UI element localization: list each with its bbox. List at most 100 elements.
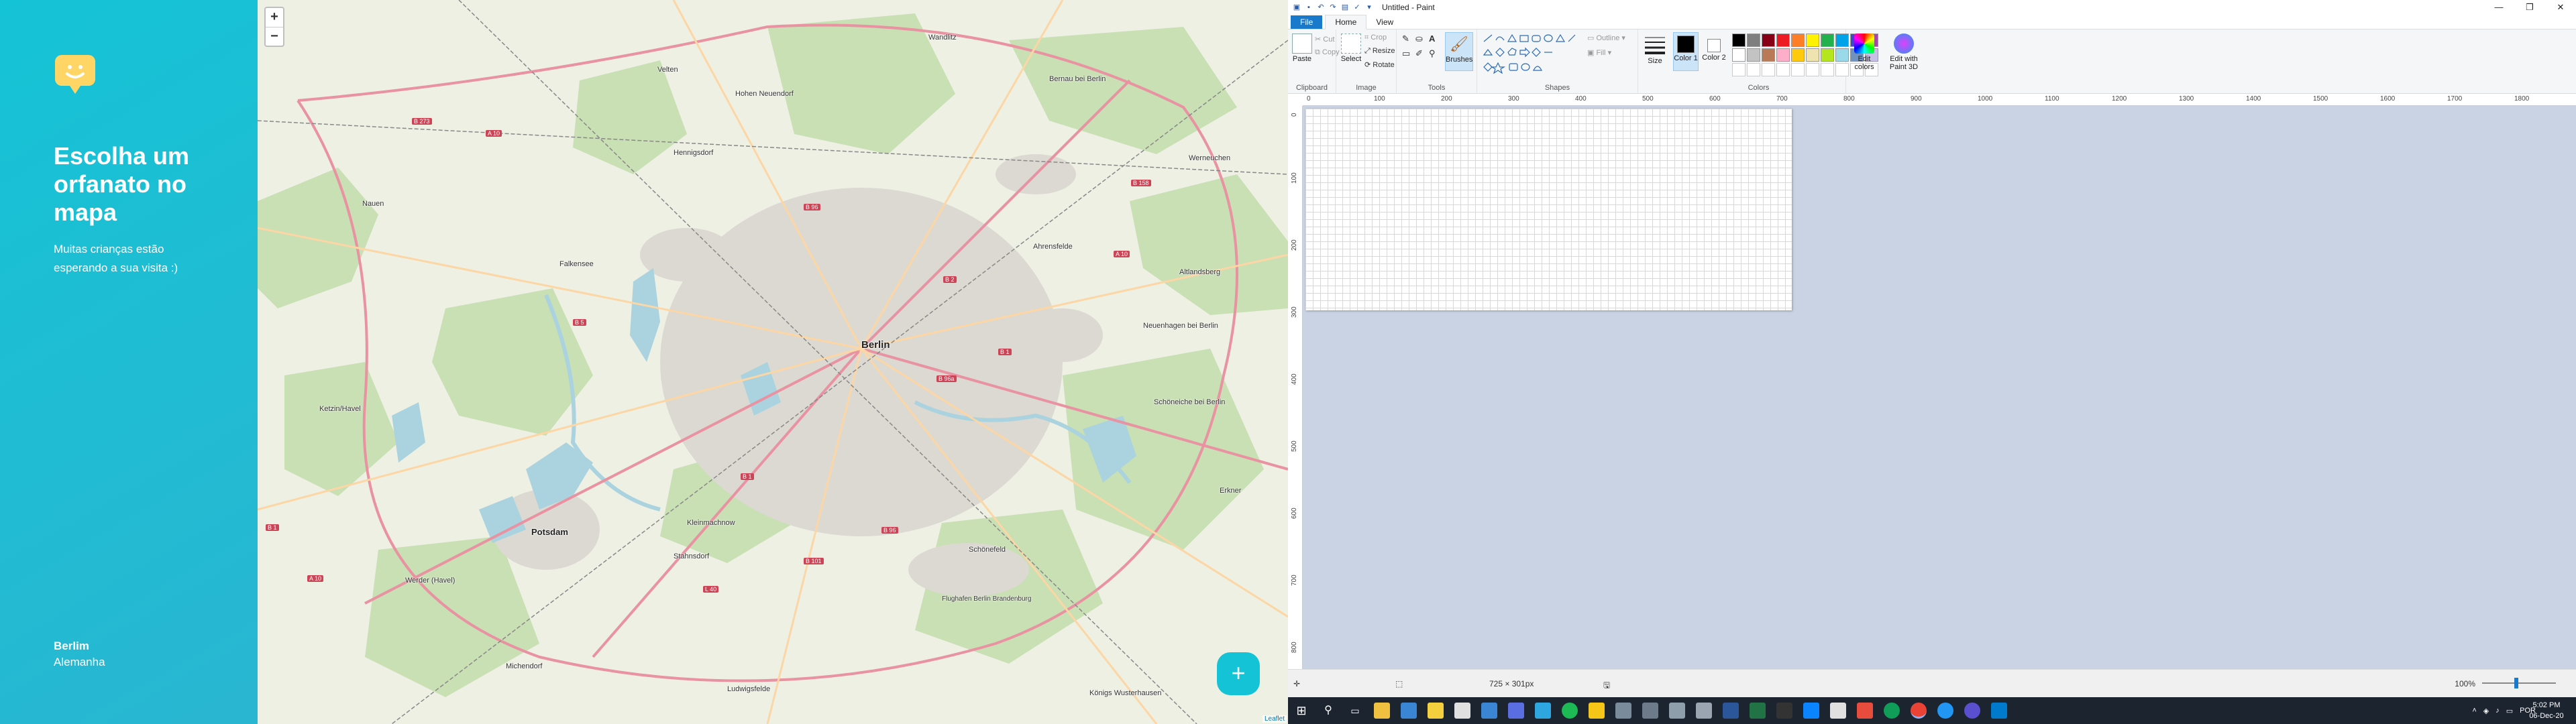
shapes-gallery[interactable]: [1483, 34, 1583, 74]
rotate-button[interactable]: ⟳ Rotate: [1364, 60, 1395, 69]
palette-swatch[interactable]: [1821, 48, 1834, 62]
start-windows-icon[interactable]: ⊞: [1293, 703, 1309, 719]
palette-swatch[interactable]: [1776, 34, 1790, 47]
palette-empty-swatch[interactable]: [1747, 63, 1760, 76]
tray-chevron-icon[interactable]: ˄: [2472, 707, 2476, 715]
zoom-slider-thumb[interactable]: [2514, 678, 2518, 688]
road-badge: L 40: [703, 586, 719, 593]
fill-button[interactable]: ▣ Fill ▾: [1587, 48, 1611, 57]
size-button[interactable]: Size: [1644, 34, 1666, 65]
palette-swatch[interactable]: [1835, 34, 1849, 47]
vscode-icon[interactable]: [1991, 703, 2007, 719]
lightbulb-icon[interactable]: [1589, 703, 1605, 719]
mail-icon[interactable]: [1481, 703, 1497, 719]
color1-button[interactable]: Color 1: [1673, 32, 1699, 71]
color2-button[interactable]: Color 2: [1701, 32, 1727, 62]
firefox-icon[interactable]: [1803, 703, 1819, 719]
cut-button[interactable]: ✂ Cut: [1315, 35, 1334, 44]
undo-icon[interactable]: ↶: [1316, 3, 1326, 12]
text-tool-icon[interactable]: A: [1429, 34, 1435, 44]
smile-marker-icon[interactable]: [54, 52, 97, 101]
drawing-canvas[interactable]: [1305, 109, 1792, 310]
app-icon[interactable]: [1642, 703, 1658, 719]
app-icon[interactable]: [1508, 703, 1524, 719]
palette-swatch[interactable]: [1732, 34, 1746, 47]
paste-button[interactable]: Paste: [1292, 34, 1312, 63]
tab-view[interactable]: View: [1366, 15, 1403, 29]
app-icon[interactable]: [1964, 703, 1980, 719]
edit-with-paint3d-button[interactable]: Edit with Paint 3D: [1884, 34, 1924, 71]
pencil-icon[interactable]: ✎: [1402, 34, 1409, 44]
customize-quick-access-icon[interactable]: ▾: [1364, 3, 1374, 12]
redo-icon[interactable]: ↷: [1328, 3, 1338, 12]
app-icon[interactable]: [1696, 703, 1712, 719]
palette-empty-swatch[interactable]: [1776, 63, 1790, 76]
task-app-icon[interactable]: [1401, 703, 1417, 719]
notion-icon[interactable]: [1454, 703, 1470, 719]
close-button[interactable]: ✕: [2545, 0, 2576, 15]
tab-file[interactable]: File: [1291, 15, 1323, 29]
clock[interactable]: 5:02 PM 06-Dec-20: [2526, 700, 2567, 721]
canvas-workspace[interactable]: [1303, 106, 2576, 669]
maximize-button[interactable]: ❐: [2514, 0, 2545, 15]
map-attribution-link[interactable]: Leaflet: [1262, 715, 1287, 723]
palette-empty-swatch[interactable]: [1762, 63, 1775, 76]
check-icon[interactable]: ✓: [1352, 3, 1362, 12]
palette-swatch[interactable]: [1791, 48, 1805, 62]
chrome-active-icon[interactable]: [1911, 703, 1927, 719]
paint-icon[interactable]: [1937, 703, 1953, 719]
resize-button[interactable]: ⤢ Resize: [1364, 47, 1395, 56]
palette-empty-swatch[interactable]: [1791, 63, 1805, 76]
terminal-icon[interactable]: [1776, 703, 1792, 719]
palette-empty-swatch[interactable]: [1821, 63, 1834, 76]
palette-swatch[interactable]: [1835, 48, 1849, 62]
zoom-out-button[interactable]: −: [266, 27, 283, 46]
chrome-icon[interactable]: [1562, 703, 1578, 719]
save-icon[interactable]: ▪: [1304, 3, 1313, 12]
task-view-icon[interactable]: ▭: [1347, 703, 1363, 719]
zoom-in-button[interactable]: +: [266, 8, 283, 27]
app-icon[interactable]: [1830, 703, 1846, 719]
app-icon[interactable]: [1669, 703, 1685, 719]
outline-button[interactable]: ▭ Outline ▾: [1587, 34, 1625, 42]
search-icon[interactable]: ⚲: [1320, 703, 1336, 719]
select-button[interactable]: Select: [1340, 34, 1362, 63]
print-icon[interactable]: ▤: [1340, 3, 1350, 12]
zoom-slider[interactable]: [2482, 678, 2556, 688]
word-icon[interactable]: [1723, 703, 1739, 719]
volume-icon[interactable]: ♪: [2496, 707, 2500, 715]
palette-swatch[interactable]: [1747, 34, 1760, 47]
network-icon[interactable]: ◈: [2483, 707, 2489, 715]
file-explorer-icon[interactable]: [1374, 703, 1390, 719]
palette-swatch[interactable]: [1776, 48, 1790, 62]
palette-swatch[interactable]: [1821, 34, 1834, 47]
crop-button[interactable]: ⌗ Crop: [1364, 34, 1387, 42]
palette-swatch[interactable]: [1747, 48, 1760, 62]
brushes-button[interactable]: 🖌 Brushes: [1445, 32, 1473, 71]
vivaldi-icon[interactable]: [1857, 703, 1873, 719]
fill-bucket-icon[interactable]: ⛀: [1415, 34, 1423, 44]
sticky-notes-icon[interactable]: [1428, 703, 1444, 719]
palette-swatch[interactable]: [1732, 48, 1746, 62]
palette-swatch[interactable]: [1762, 48, 1775, 62]
map[interactable]: Berlin Potsdam Velten Hohen Neuendorf Be…: [258, 0, 1288, 724]
app-icon[interactable]: [1615, 703, 1631, 719]
minimize-button[interactable]: —: [2483, 0, 2514, 15]
add-orphanage-button[interactable]: +: [1217, 652, 1260, 695]
magnifier-icon[interactable]: ⚲: [1429, 48, 1436, 59]
eraser-icon[interactable]: ▭: [1402, 48, 1410, 59]
color-picker-icon[interactable]: ✐: [1415, 48, 1423, 59]
palette-swatch[interactable]: [1806, 48, 1819, 62]
palette-empty-swatch[interactable]: [1835, 63, 1849, 76]
battery-icon[interactable]: ▭: [2506, 707, 2513, 715]
app-icon[interactable]: [1535, 703, 1551, 719]
edit-colors-button[interactable]: Edit colors: [1849, 34, 1880, 71]
edge-icon[interactable]: [1884, 703, 1900, 719]
tab-home[interactable]: Home: [1325, 14, 1367, 29]
palette-empty-swatch[interactable]: [1806, 63, 1819, 76]
palette-swatch[interactable]: [1806, 34, 1819, 47]
excel-icon[interactable]: [1750, 703, 1766, 719]
palette-swatch[interactable]: [1762, 34, 1775, 47]
palette-empty-swatch[interactable]: [1732, 63, 1746, 76]
palette-swatch[interactable]: [1791, 34, 1805, 47]
